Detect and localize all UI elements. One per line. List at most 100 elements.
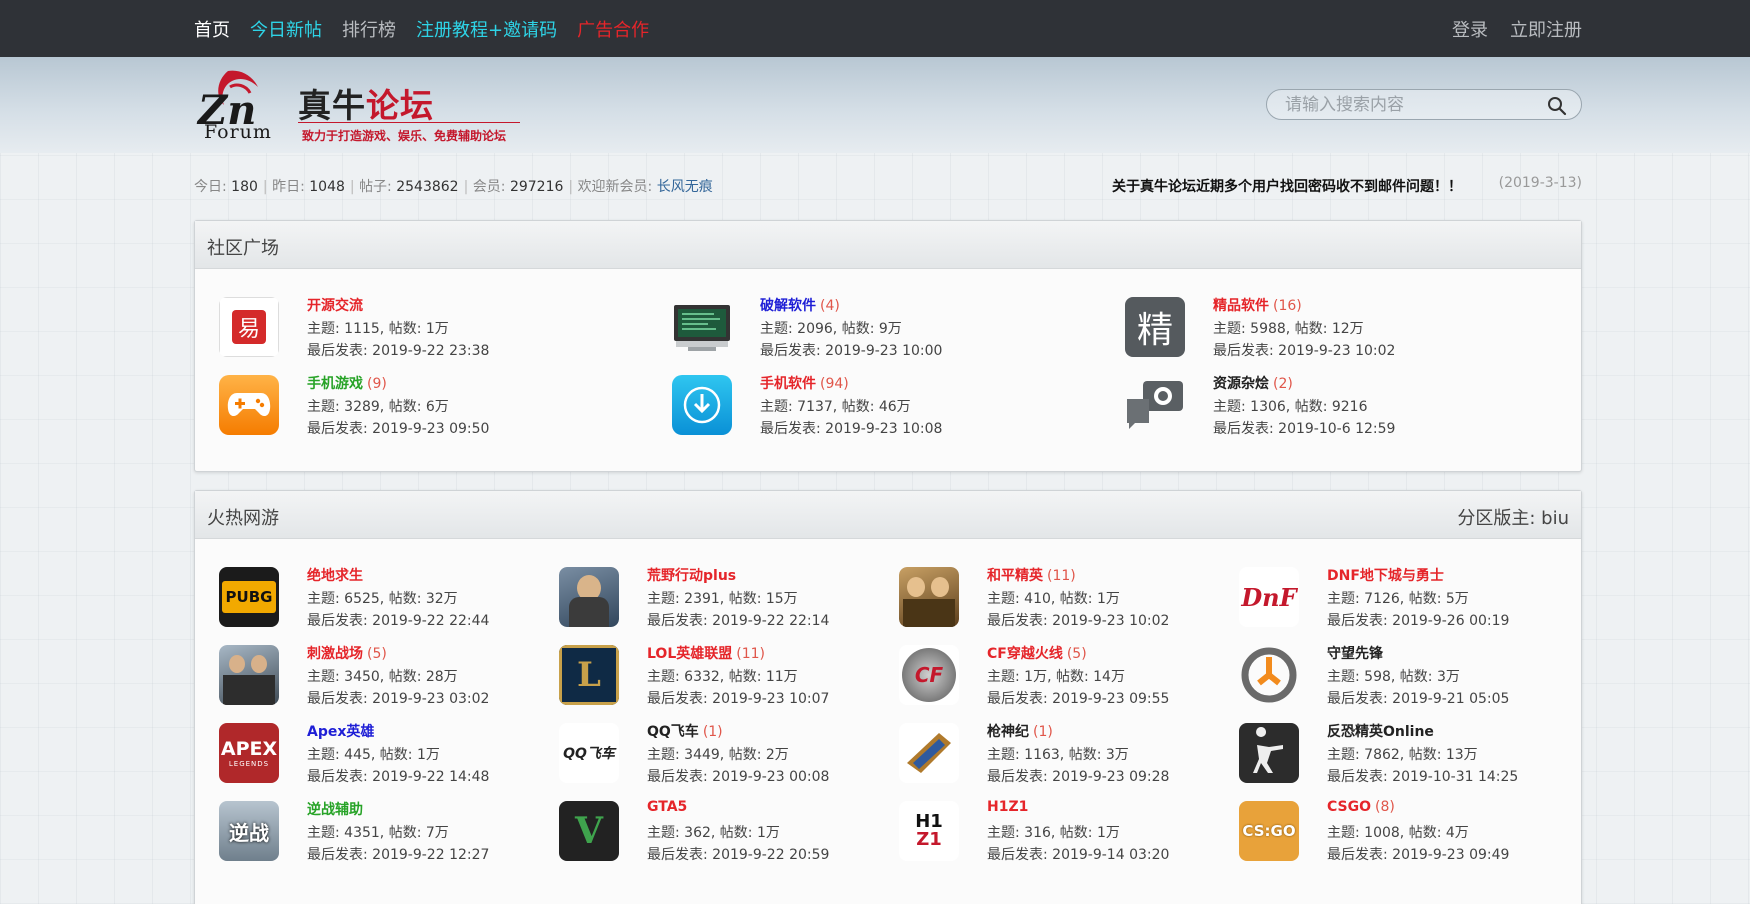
forum-name[interactable]: 枪神纪 <box>987 724 1029 740</box>
apex-icon[interactable]: APEX LEGENDS <box>219 723 279 783</box>
qq-speed-icon[interactable]: QQ飞车 <box>559 723 619 783</box>
login-link[interactable]: 登录 <box>1452 16 1488 42</box>
last-post-time[interactable]: 最后发表: 2019-9-23 10:02 <box>987 610 1169 630</box>
forum-name[interactable]: 破解软件 <box>760 298 816 314</box>
nav-today-new[interactable]: 今日新帖 <box>250 16 322 42</box>
panel-title[interactable]: 火热网游 <box>207 504 279 530</box>
site-logo[interactable]: Zn Forum 真牛论坛 致力于打造游戏、娱乐、免费辅助论坛 <box>194 61 524 149</box>
last-post-time[interactable]: 最后发表: 2019-9-23 03:02 <box>307 688 489 708</box>
forum-name-link[interactable]: 绝地求生 <box>307 565 363 585</box>
gamepad-icon[interactable] <box>219 375 279 435</box>
register-link[interactable]: 立即注册 <box>1510 16 1582 42</box>
last-post-time[interactable]: 最后发表: 2019-9-22 12:27 <box>307 844 489 864</box>
last-post-time[interactable]: 最后发表: 2019-9-22 22:14 <box>647 610 829 630</box>
forum-name-link[interactable]: 和平精英 (11) <box>987 565 1076 585</box>
forum-name-link[interactable]: GTA5 <box>647 799 687 815</box>
monitor-icon[interactable] <box>672 297 732 357</box>
forum-name[interactable]: H1Z1 <box>987 799 1028 815</box>
panel-title[interactable]: 社区广场 <box>207 234 279 260</box>
search-input[interactable] <box>1285 93 1535 117</box>
last-post-time[interactable]: 最后发表: 2019-9-23 10:07 <box>647 688 829 708</box>
last-post-time[interactable]: 最后发表: 2019-9-23 09:28 <box>987 766 1169 786</box>
last-post-time[interactable]: 最后发表: 2019-9-23 09:55 <box>987 688 1169 708</box>
forum-name-link[interactable]: 精品软件 (16) <box>1213 295 1302 315</box>
nav-register-tutorial[interactable]: 注册教程+邀请码 <box>416 16 557 42</box>
forum-name-link[interactable]: CF穿越火线 (5) <box>987 643 1087 663</box>
last-post-time[interactable]: 最后发表: 2019-9-21 05:05 <box>1327 688 1509 708</box>
last-post-time[interactable]: 最后发表: 2019-9-22 14:48 <box>307 766 489 786</box>
forum-name-link[interactable]: 守望先锋 <box>1327 643 1383 663</box>
last-post-time[interactable]: 最后发表: 2019-9-23 09:49 <box>1327 844 1509 864</box>
forum-name-link[interactable]: 反恐精英Online <box>1327 721 1434 741</box>
lol-icon[interactable]: L <box>559 645 619 705</box>
forum-name[interactable]: 手机游戏 <box>307 376 363 392</box>
forum-name[interactable]: 刺激战场 <box>307 646 363 662</box>
last-post-time[interactable]: 最后发表: 2019-10-6 12:59 <box>1213 418 1395 438</box>
camera-chat-icon[interactable] <box>1125 375 1185 435</box>
gta5-icon[interactable]: V <box>559 801 619 861</box>
yi-logo-icon[interactable]: 易 <box>219 297 279 357</box>
forum-name-link[interactable]: 枪神纪 (1) <box>987 721 1053 741</box>
cf-icon[interactable]: CF <box>899 645 959 705</box>
forum-name-link[interactable]: 资源杂烩 (2) <box>1213 373 1293 393</box>
forum-name-link[interactable]: 开源交流 <box>307 295 363 315</box>
last-post-time[interactable]: 最后发表: 2019-9-23 10:00 <box>760 340 942 360</box>
last-post-time[interactable]: 最后发表: 2019-9-22 23:38 <box>307 340 489 360</box>
nav-ranking[interactable]: 排行榜 <box>342 16 396 42</box>
last-post-time[interactable]: 最后发表: 2019-9-23 10:08 <box>760 418 942 438</box>
forum-name-link[interactable]: 逆战辅助 <box>307 799 363 819</box>
last-post-time[interactable]: 最后发表: 2019-9-14 03:20 <box>987 844 1169 864</box>
forum-name[interactable]: Apex英雄 <box>307 724 374 740</box>
last-post-time[interactable]: 最后发表: 2019-9-23 09:50 <box>307 418 489 438</box>
forum-name-link[interactable]: CSGO (8) <box>1327 799 1395 815</box>
forum-name[interactable]: 逆战辅助 <box>307 802 363 818</box>
forum-name-link[interactable]: DNF地下城与勇士 <box>1327 565 1444 585</box>
forum-name[interactable]: 守望先锋 <box>1327 646 1383 662</box>
dnf-icon[interactable]: DnF <box>1239 567 1299 627</box>
csgo-icon[interactable]: CS:GO <box>1239 801 1299 861</box>
nizhan-icon[interactable]: 逆战 <box>219 801 279 861</box>
nav-ad-cooperation[interactable]: 广告合作 <box>577 16 649 42</box>
last-post-time[interactable]: 最后发表: 2019-9-23 00:08 <box>647 766 829 786</box>
last-post-time[interactable]: 最后发表: 2019-9-23 10:02 <box>1213 340 1395 360</box>
pubg-mobile-icon[interactable] <box>219 645 279 705</box>
forum-name-link[interactable]: 破解软件 (4) <box>760 295 840 315</box>
forum-name[interactable]: CF穿越火线 <box>987 646 1063 662</box>
forum-name[interactable]: 手机软件 <box>760 376 816 392</box>
forum-name[interactable]: 荒野行动plus <box>647 568 736 584</box>
download-icon[interactable] <box>672 375 732 435</box>
forum-name[interactable]: GTA5 <box>647 799 687 815</box>
forum-name[interactable]: QQ飞车 <box>647 724 699 740</box>
forum-name[interactable]: 开源交流 <box>307 298 363 314</box>
forum-name[interactable]: 精品软件 <box>1213 298 1269 314</box>
last-post-time[interactable]: 最后发表: 2019-10-31 14:25 <box>1327 766 1518 786</box>
csol-icon[interactable] <box>1239 723 1299 783</box>
forum-name[interactable]: CSGO <box>1327 799 1371 815</box>
forum-name[interactable]: 反恐精英Online <box>1327 724 1434 740</box>
search-icon[interactable] <box>1547 96 1567 116</box>
last-post-time[interactable]: 最后发表: 2019-9-22 22:44 <box>307 610 489 630</box>
forum-name-link[interactable]: 手机软件 (94) <box>760 373 849 393</box>
new-member-link[interactable]: 长风无痕 <box>657 179 713 195</box>
forum-name[interactable]: 绝地求生 <box>307 568 363 584</box>
last-post-time[interactable]: 最后发表: 2019-9-26 00:19 <box>1327 610 1509 630</box>
forum-name-link[interactable]: 荒野行动plus <box>647 565 736 585</box>
forum-name-link[interactable]: 刺激战场 (5) <box>307 643 387 663</box>
forum-name[interactable]: 和平精英 <box>987 568 1043 584</box>
jing-icon[interactable]: 精 <box>1125 297 1185 357</box>
forum-name-link[interactable]: 手机游戏 (9) <box>307 373 387 393</box>
knives-out-icon[interactable] <box>559 567 619 627</box>
h1z1-icon[interactable]: H1 Z1 <box>899 801 959 861</box>
nav-home[interactable]: 首页 <box>194 16 230 42</box>
notice-link[interactable]: 关于真牛论坛近期多个用户找回密码收不到邮件问题！！ <box>1112 176 1462 196</box>
forum-name-link[interactable]: LOL英雄联盟 (11) <box>647 643 765 663</box>
peace-elite-icon[interactable] <box>899 567 959 627</box>
forum-name[interactable]: LOL英雄联盟 <box>647 646 732 662</box>
forum-name-link[interactable]: H1Z1 <box>987 799 1028 815</box>
overwatch-icon[interactable] <box>1239 645 1299 705</box>
forum-name-link[interactable]: QQ飞车 (1) <box>647 721 723 741</box>
forum-name[interactable]: DNF地下城与勇士 <box>1327 568 1444 584</box>
gun-icon[interactable] <box>899 723 959 783</box>
forum-name[interactable]: 资源杂烩 <box>1213 376 1269 392</box>
pubg-icon[interactable]: PUBG <box>219 567 279 627</box>
